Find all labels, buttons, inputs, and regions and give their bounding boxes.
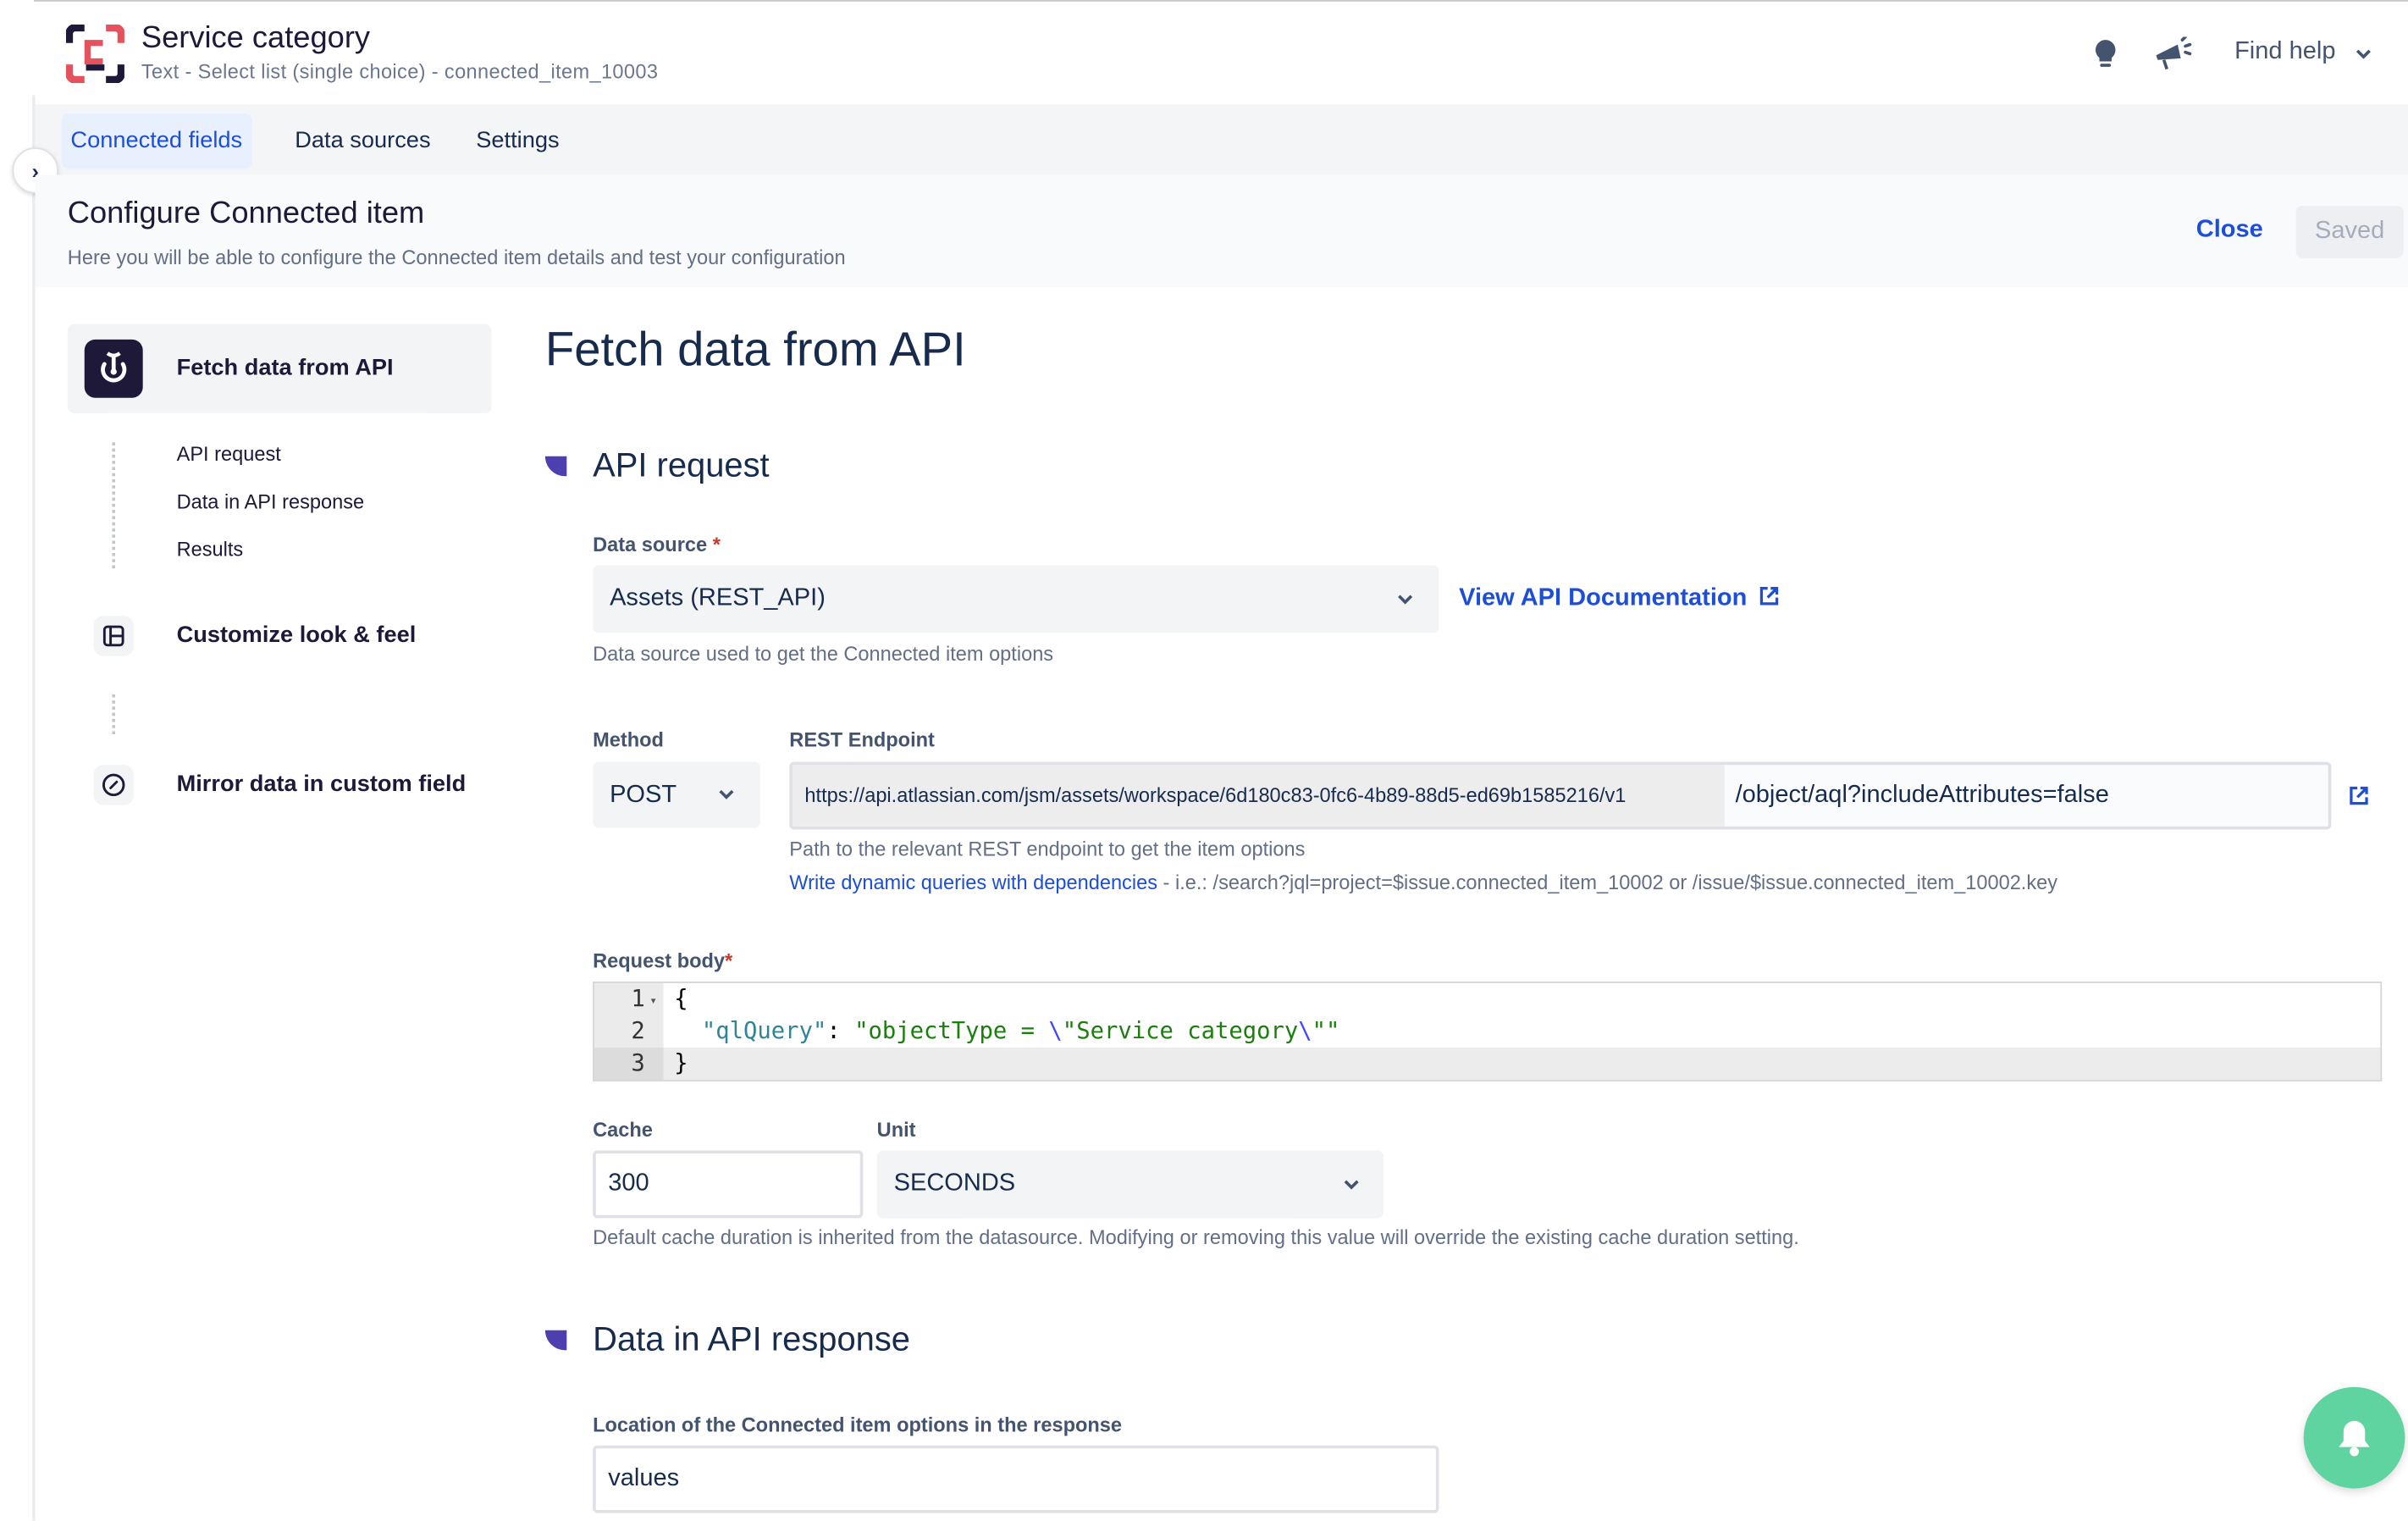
- step-connector: [112, 694, 116, 734]
- fold-arrow-icon[interactable]: ▾: [649, 985, 657, 1017]
- substep-results[interactable]: Results: [177, 538, 244, 561]
- data-source-label: Data source *: [593, 533, 721, 556]
- sidebar-border: [32, 95, 36, 1521]
- mirror-icon: [93, 765, 134, 805]
- section-data-in-response: Data in API response: [593, 1319, 911, 1358]
- endpoint-label: REST Endpoint: [789, 727, 935, 751]
- field-subtitle: Text - Select list (single choice) - con…: [141, 59, 659, 83]
- step-customize[interactable]: Customize look & feel: [177, 622, 417, 649]
- tab-connected-fields[interactable]: Connected fields: [61, 113, 252, 169]
- method-label: Method: [593, 727, 664, 751]
- tab-data-sources[interactable]: Data sources: [285, 113, 439, 169]
- section-api-request: API request: [593, 445, 770, 484]
- step-mirror[interactable]: Mirror data in custom field: [177, 772, 467, 798]
- unit-value: SECONDS: [893, 1170, 1016, 1197]
- method-select[interactable]: POST: [593, 761, 760, 828]
- code-line: 2 "qlQuery": "objectType = \"Service cat…: [631, 1016, 1340, 1045]
- section-marker: [544, 1330, 567, 1351]
- chevron-down-icon[interactable]: [2355, 46, 2373, 61]
- dynamic-queries-link[interactable]: Write dynamic queries with dependencies: [789, 871, 1157, 893]
- code-line-active: 3 }: [594, 1048, 2381, 1081]
- logo-icon: [65, 25, 124, 83]
- data-source-value: Assets (REST_API): [610, 585, 826, 611]
- chevron-down-icon: [1398, 595, 1413, 605]
- step-connector: [112, 442, 116, 569]
- location-input[interactable]: values: [593, 1445, 1439, 1513]
- unit-label: Unit: [876, 1118, 916, 1142]
- config-subtitle: Here you will be able to configure the C…: [67, 246, 846, 269]
- method-value: POST: [610, 781, 677, 808]
- field-title: Service category: [141, 21, 371, 56]
- data-source-select[interactable]: Assets (REST_API): [593, 565, 1439, 633]
- endpoint-input[interactable]: https://api.atlassian.com/jsm/assets/wor…: [789, 761, 2332, 830]
- page-title: Fetch data from API: [544, 322, 966, 377]
- notifications-button[interactable]: [2303, 1386, 2405, 1489]
- endpoint-prefix: https://api.atlassian.com/jsm/assets/wor…: [792, 765, 1725, 827]
- saved-button[interactable]: Saved: [2295, 206, 2404, 258]
- tab-settings[interactable]: Settings: [467, 113, 568, 169]
- cache-input[interactable]: 300: [593, 1150, 864, 1219]
- external-link-icon: [1759, 587, 1779, 606]
- api-hook-icon: [84, 339, 143, 398]
- substep-data-in-response[interactable]: Data in API response: [177, 490, 365, 513]
- step-fetch-data-label: Fetch data from API: [176, 354, 394, 381]
- cache-help: Default cache duration is inherited from…: [593, 1225, 1799, 1249]
- substep-api-request[interactable]: API request: [177, 442, 281, 465]
- request-body-editor[interactable]: 1 ▾ { 2 "qlQuery": "objectType = \"Servi…: [593, 982, 2383, 1081]
- section-marker: [544, 456, 567, 477]
- data-source-help: Data source used to get the Connected it…: [593, 642, 1054, 666]
- layout-icon: [93, 616, 134, 656]
- cache-label: Cache: [593, 1118, 653, 1142]
- view-api-docs-link[interactable]: View API Documentation: [1459, 585, 1780, 613]
- request-body-label: Request body*: [593, 949, 733, 973]
- lightbulb-icon[interactable]: [2093, 38, 2118, 69]
- unit-select[interactable]: SECONDS: [876, 1150, 1384, 1219]
- location-label: Location of the Connected item options i…: [593, 1413, 1123, 1436]
- external-link-icon[interactable]: [2348, 785, 2369, 806]
- app-window: Service category Text - Select list (sin…: [0, 0, 2408, 1521]
- close-button[interactable]: Close: [2196, 217, 2263, 245]
- code-line: 1 ▾ {: [594, 983, 2380, 1015]
- endpoint-path[interactable]: /object/aql?includeAttributes=false: [1725, 765, 2109, 827]
- top-divider: [33, 0, 2408, 2]
- dynamic-queries-hint: Write dynamic queries with dependencies …: [789, 871, 2058, 894]
- chevron-down-icon: [1344, 1180, 1359, 1190]
- endpoint-help: Path to the relevant REST endpoint to ge…: [789, 837, 1306, 860]
- megaphone-icon[interactable]: [2153, 36, 2193, 71]
- bell-icon: [2339, 1420, 2370, 1457]
- find-help-button[interactable]: Find help: [2234, 38, 2335, 66]
- chevron-down-icon: [719, 789, 734, 799]
- config-title: Configure Connected item: [67, 196, 425, 231]
